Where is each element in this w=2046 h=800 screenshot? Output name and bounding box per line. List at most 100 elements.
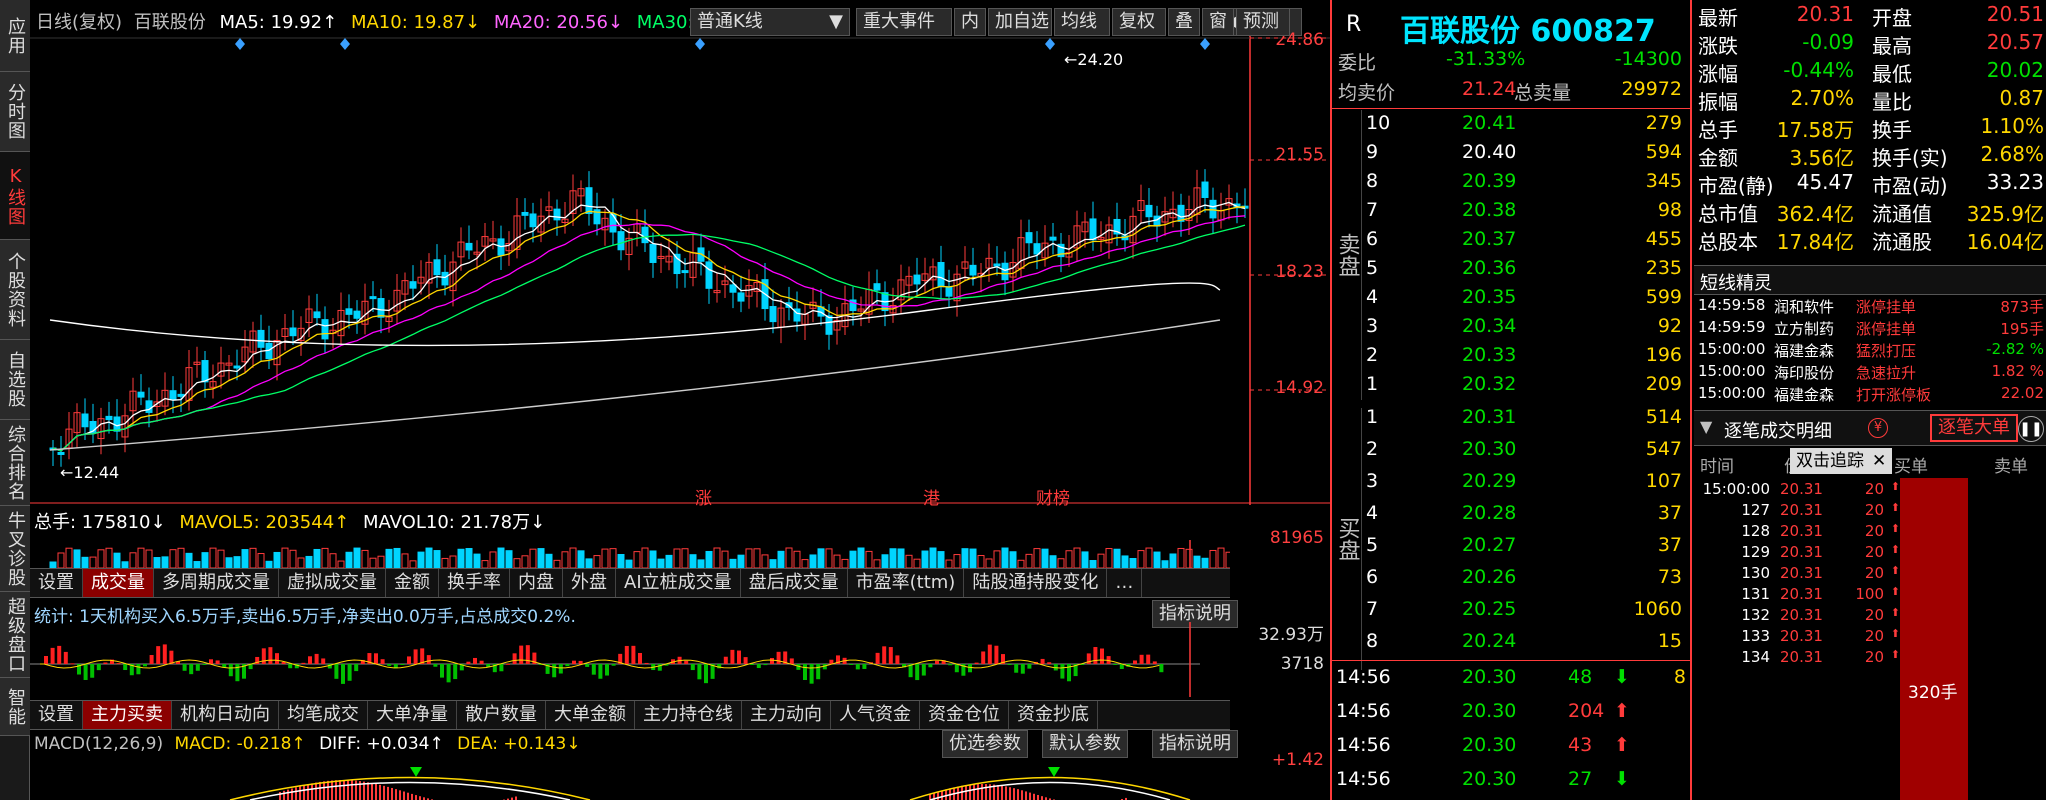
trade-detail-row[interactable]: 133 20.31 20 ⬆ xyxy=(1694,627,1904,648)
short-line-item[interactable]: 14:59:59 立方制药 涨停挂单 195手 xyxy=(1694,318,2046,340)
sell-level-row[interactable]: 3 20.34 92 xyxy=(1332,315,1692,346)
default-params-button[interactable]: 默认参数 xyxy=(1042,730,1128,758)
toolbar-button-6[interactable]: 叠 xyxy=(1168,8,1200,36)
short-line-item[interactable]: 15:00:00 海印股份 急速拉升 1.82 % xyxy=(1694,362,2046,384)
indicator-tab[interactable]: 成交量 xyxy=(83,569,154,597)
indicator-tab[interactable]: 多周期成交量 xyxy=(154,569,279,597)
indicator-tab[interactable]: 机构日动向 xyxy=(172,701,279,729)
sell-level-row[interactable]: 4 20.35 599 xyxy=(1332,286,1692,317)
left-tab-7[interactable]: 牛叉诊股 xyxy=(0,506,30,592)
event-marker[interactable] xyxy=(340,38,350,50)
left-tab-1[interactable]: 应用 xyxy=(0,0,30,72)
short-line-item[interactable]: 15:00:00 福建金森 打开涨停板 22.02 xyxy=(1694,384,2046,406)
short-line-item[interactable]: 15:00:00 福建金森 猛烈打压 -2.82 % xyxy=(1694,340,2046,362)
sell-level-row[interactable]: 6 20.37 455 xyxy=(1332,228,1692,259)
tick-row[interactable]: 14:56 20.30 43 ⬆ xyxy=(1332,734,1692,765)
tick-row[interactable]: 14:56 20.30 27 ⬇ xyxy=(1332,768,1692,799)
sell-level-row[interactable]: 10 20.41 279 xyxy=(1332,112,1692,143)
event-marker[interactable] xyxy=(235,38,245,50)
indicator-tab[interactable]: 主力动向 xyxy=(742,701,831,729)
trade-detail-row[interactable]: 129 20.31 20 ⬆ xyxy=(1694,543,1904,564)
main-flow-bars[interactable] xyxy=(30,622,1230,697)
sell-level-row[interactable]: 1 20.32 209 xyxy=(1332,373,1692,404)
left-tab-5[interactable]: 自选股 xyxy=(0,340,30,420)
toolbar-button-5[interactable]: 复权 xyxy=(1112,8,1166,36)
buy-level-row[interactable]: 2 20.30 547 xyxy=(1332,438,1692,469)
trade-detail-row[interactable]: 127 20.31 20 ⬆ xyxy=(1694,501,1904,522)
indicator-tab[interactable]: 设置 xyxy=(30,569,83,597)
indicator-tab[interactable]: 主力持仓线 xyxy=(635,701,742,729)
event-label-1[interactable]: 涨 xyxy=(695,484,712,509)
left-tab-8[interactable]: 超级盘口 xyxy=(0,592,30,678)
toolbar-button-3[interactable]: 加自选 xyxy=(988,8,1052,36)
toolbar-button-7[interactable]: 窗 xyxy=(1202,8,1234,36)
kline-candles[interactable] xyxy=(30,0,1330,505)
optimal-params-button[interactable]: 优选参数 xyxy=(942,730,1028,758)
chevron-down-icon[interactable]: ▼ xyxy=(1700,417,1712,436)
tick-row[interactable]: 14:56 20.30 204 ⬆ xyxy=(1332,700,1692,731)
indicator-tab[interactable]: 均笔成交 xyxy=(279,701,368,729)
sell-level-row[interactable]: 8 20.39 345 xyxy=(1332,170,1692,201)
trade-detail-row[interactable]: 131 20.31 100 ⬆ xyxy=(1694,585,1904,606)
indicator-tab[interactable]: 人气资金 xyxy=(831,701,920,729)
yuan-icon[interactable]: ¥ xyxy=(1868,418,1888,438)
indicator-tab[interactable]: 主力买卖 xyxy=(83,701,172,729)
indicator-tab[interactable]: 换手率 xyxy=(439,569,510,597)
event-marker[interactable] xyxy=(1200,38,1210,50)
left-tab-9[interactable]: 智能 xyxy=(0,678,30,736)
indicator-tab[interactable]: 虚拟成交量 xyxy=(279,569,386,597)
short-line-item[interactable]: 14:59:58 润和软件 涨停挂单 873手 xyxy=(1694,296,2046,318)
buy-level-row[interactable]: 4 20.28 37 xyxy=(1332,502,1692,533)
buy-level-row[interactable]: 5 20.27 37 xyxy=(1332,534,1692,565)
indicator-tab[interactable]: 大单净量 xyxy=(368,701,457,729)
sell-level-row[interactable]: 9 20.40 594 xyxy=(1332,141,1692,172)
indicator-tab[interactable]: 市盈率(ttm) xyxy=(848,569,965,597)
indicator-tab[interactable]: 盘后成交量 xyxy=(741,569,848,597)
buy-level-row[interactable]: 7 20.25 1060 xyxy=(1332,598,1692,629)
buy-level-row[interactable]: 8 20.24 15 xyxy=(1332,630,1692,661)
sell-level-row[interactable]: 2 20.33 196 xyxy=(1332,344,1692,375)
left-tab-4[interactable]: 个股资料 xyxy=(0,240,30,340)
toolbar-button-2[interactable]: 内 xyxy=(954,8,986,36)
toolbar-button-1[interactable]: 重大事件 xyxy=(856,8,952,36)
indicator-explain-button-2[interactable]: 指标说明 xyxy=(1152,730,1238,758)
indicator-tab[interactable]: 资金抄底 xyxy=(1009,701,1098,729)
event-label-2[interactable]: 港 xyxy=(923,484,940,509)
left-tab-3[interactable]: K线图 xyxy=(0,152,30,240)
toolbar-button-4[interactable]: 均线 xyxy=(1054,8,1110,36)
close-icon[interactable]: ✕ xyxy=(1872,451,1886,471)
trade-detail-row[interactable]: 128 20.31 20 ⬆ xyxy=(1694,522,1904,543)
big-order-bar[interactable]: 320手 xyxy=(1900,478,1968,800)
buy-level-row[interactable]: 6 20.26 73 xyxy=(1332,566,1692,597)
volume-bars[interactable] xyxy=(30,540,1230,570)
buy-level-row[interactable]: 1 20.31 514 xyxy=(1332,406,1692,437)
event-marker[interactable] xyxy=(695,38,705,50)
event-label-3[interactable]: 财榜 xyxy=(1036,484,1070,509)
left-tab-6[interactable]: 综合排名 xyxy=(0,420,30,506)
indicator-tab[interactable]: … xyxy=(1107,569,1143,597)
trade-detail-row[interactable]: 132 20.31 20 ⬆ xyxy=(1694,606,1904,627)
tick-row[interactable]: 14:56 20.30 48 ⬇ 8 xyxy=(1332,666,1692,697)
indicator-tab[interactable]: 金额 xyxy=(386,569,439,597)
indicator-tab[interactable]: 内盘 xyxy=(510,569,563,597)
track-tooltip[interactable]: 双击追踪 ✕ xyxy=(1790,448,1893,474)
event-marker[interactable] xyxy=(1045,38,1055,50)
big-order-button[interactable]: 逐笔大单 xyxy=(1930,414,2018,442)
sell-level-row[interactable]: 5 20.36 235 xyxy=(1332,257,1692,288)
indicator-tab[interactable]: 大单金额 xyxy=(546,701,635,729)
indicator-tab[interactable]: 设置 xyxy=(30,701,83,729)
indicator-tab[interactable]: 资金仓位 xyxy=(920,701,1009,729)
kline-chart-area[interactable]: 日线(复权) 百联股份 MA5: 19.92↑ MA10: 19.87↓ MA2… xyxy=(30,0,1330,800)
indicator-tab[interactable]: 外盘 xyxy=(563,569,616,597)
toolbar-button-8[interactable]: 预测 xyxy=(1236,8,1290,36)
macd-lines[interactable] xyxy=(30,755,1230,800)
trade-detail-row[interactable]: 130 20.31 20 ⬆ xyxy=(1694,564,1904,585)
left-tab-2[interactable]: 分时图 xyxy=(0,72,30,152)
trade-detail-row[interactable]: 134 20.31 20 ⬆ xyxy=(1694,648,1904,669)
indicator-tab[interactable]: 散户数量 xyxy=(457,701,546,729)
indicator-tab[interactable]: 陆股通持股变化 xyxy=(964,569,1108,597)
buy-level-row[interactable]: 3 20.29 107 xyxy=(1332,470,1692,501)
trade-detail-row[interactable]: 15:00:00 20.31 20 ⬆ xyxy=(1694,480,1904,501)
sell-level-row[interactable]: 7 20.38 98 xyxy=(1332,199,1692,230)
indicator-tab[interactable]: AI立桩成交量 xyxy=(616,569,741,597)
